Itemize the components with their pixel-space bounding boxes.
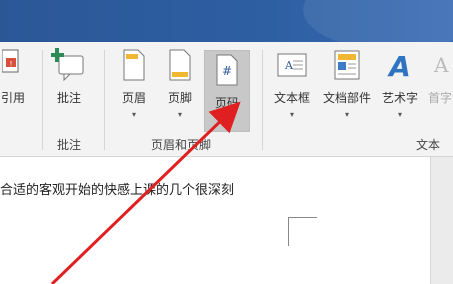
document-text-line[interactable]: 合适的客观开始的快感上课的几个很深刻: [0, 179, 234, 198]
reference-label: 引用: [0, 91, 25, 105]
svg-text:!: !: [10, 60, 13, 68]
title-bar-decoration: [303, 0, 453, 42]
header-button[interactable]: 页眉 ▾: [114, 48, 154, 119]
svg-text:A: A: [387, 50, 411, 82]
footer-button[interactable]: 页脚 ▾: [160, 48, 200, 119]
separator: [262, 50, 263, 150]
chevron-down-icon: ▾: [177, 110, 182, 119]
group-label-comments: 批注: [56, 138, 81, 152]
textbox-label: 文本框: [273, 91, 310, 105]
footer-label: 页脚: [167, 91, 192, 105]
svg-text:A: A: [284, 59, 294, 72]
reference-button[interactable]: ! 引用: [0, 48, 28, 106]
document-parts-button[interactable]: 文档部件 ▾: [318, 48, 376, 119]
svg-text:#: #: [222, 64, 232, 78]
chevron-down-icon: ▾: [289, 110, 294, 119]
document-parts-icon: [334, 50, 360, 80]
margin-corner-mark: [288, 217, 317, 246]
textbox-icon: A: [277, 53, 307, 77]
header-icon: [123, 49, 145, 81]
separator: [104, 50, 105, 150]
vertical-scrollbar[interactable]: [430, 157, 453, 284]
comment-label: 批注: [56, 91, 81, 105]
comment-icon: [50, 48, 84, 82]
document-parts-label: 文档部件: [322, 91, 371, 105]
dropcap-label: 首字: [427, 91, 452, 105]
chevron-down-icon: ▾: [224, 115, 229, 124]
page-number-button[interactable]: # 页码 ▾: [204, 50, 250, 132]
textbox-button[interactable]: A 文本框 ▾: [268, 48, 316, 119]
dropcap-button[interactable]: A 首字: [424, 48, 453, 106]
chevron-down-icon: ▾: [344, 110, 349, 119]
document-page[interactable]: 合适的客观开始的快感上课的几个很深刻: [0, 157, 430, 284]
reference-icon: !: [1, 49, 19, 73]
group-label-text: 文本: [415, 138, 440, 152]
ribbon-insert: ! 引用 批注 批注 页眉 ▾ 页脚 ▾ # 页码 ▾ 页眉和页脚 A 文本框 …: [0, 42, 453, 157]
page-number-label: 页码: [214, 96, 239, 110]
comment-button[interactable]: 批注: [48, 48, 90, 106]
separator: [42, 50, 43, 150]
chevron-down-icon: ▾: [397, 110, 402, 119]
wordart-label: 艺术字: [381, 91, 418, 105]
wordart-icon: A: [387, 50, 411, 83]
wordart-button[interactable]: A 艺术字 ▾: [378, 48, 422, 119]
page-number-icon: #: [216, 54, 238, 86]
header-label: 页眉: [121, 91, 146, 105]
title-bar: [0, 0, 453, 42]
group-label-header-footer: 页眉和页脚: [150, 138, 211, 152]
footer-icon: [169, 49, 191, 81]
svg-text:A: A: [433, 53, 449, 77]
chevron-down-icon: ▾: [131, 110, 136, 119]
dropcap-icon: A: [433, 53, 449, 77]
